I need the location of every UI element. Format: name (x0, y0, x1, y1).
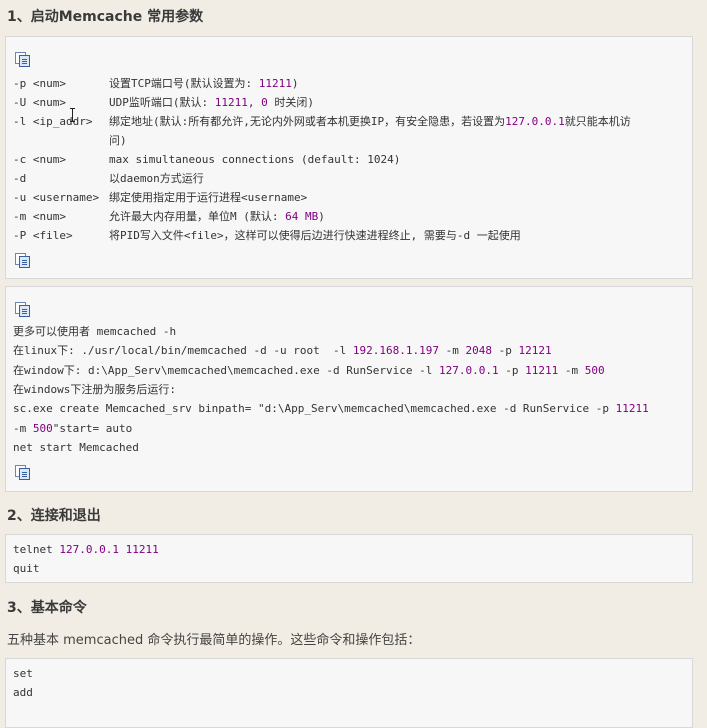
usage-text: 在windows下注册为服务后运行: (13, 382, 176, 396)
param-description: UDP监听端口(默认: (109, 96, 215, 109)
param-row: -P <file> 将PID写入文件<file>，这样可以使得后边进行快速进程终止… (13, 229, 521, 243)
usage-text: 在window下: d:\App_Serv\memcached\memcache… (13, 363, 439, 377)
param-flag: -P <file> (13, 229, 73, 242)
usage-number: 11211 (615, 402, 649, 416)
param-flag: -p <num> (13, 77, 66, 90)
param-row: -l <ip_addr> 绑定地址(默认:所有都允许,无论内外网或者本机更换IP，… (13, 115, 631, 129)
copy-icon[interactable] (15, 253, 30, 268)
param-description: 绑定地址(默认:所有都允许,无论内外网或者本机更换IP，有安全隐患，若设置为 (109, 115, 506, 128)
copy-icon[interactable] (15, 52, 30, 67)
usage-line: 在linux下: ./usr/local/bin/memcached -d -u… (13, 344, 552, 358)
param-row: -u <username> 绑定使用指定用于运行进程<username> (13, 191, 307, 205)
usage-line: 在window下: d:\App_Serv\memcached\memcache… (13, 364, 605, 378)
param-row: -c <num> max simultaneous connections (de… (13, 153, 400, 167)
param-number: 64 MB (285, 210, 319, 223)
param-description: 绑定使用指定用于运行进程<username> (109, 191, 308, 204)
connect-text: telnet (13, 543, 60, 556)
usage-number: 127.0.0.1 (438, 363, 499, 377)
usage-line: sc.exe create Memcached_srv binpath= "d:… (13, 402, 649, 416)
usage-text: -m (13, 421, 33, 435)
copy-icon[interactable] (15, 465, 30, 480)
usage-number: 500 (32, 421, 53, 435)
usage-line: net start Memcached (13, 441, 139, 455)
param-description: ) (291, 77, 299, 90)
param-description: max simultaneous connections (default: 1… (109, 153, 401, 166)
param-description: ) (318, 210, 325, 223)
param-description: 允许最大内存用量，单位M (默认: (109, 210, 286, 223)
param-row: -U <num> UDP监听端口(默认: 11211, 0 时关闭) (13, 96, 314, 110)
usage-line: -m 500"start= auto (13, 422, 132, 436)
connect-code-box: telnet 127.0.0.1 11211 quit (5, 534, 693, 583)
param-description: 设置TCP端口号(默认设置为: (109, 77, 259, 90)
param-description: 就只能本机访 (564, 115, 631, 128)
param-number: 11211 (258, 77, 292, 90)
usage-text: -p (498, 363, 526, 377)
usage-number: 500 (584, 363, 605, 377)
param-flag: -m <num> (13, 210, 66, 223)
usage-text: 更多可以使用者 memcached -h (13, 325, 177, 338)
usage-line: 在windows下注册为服务后运行: (13, 383, 176, 397)
param-description: 时关闭) (267, 96, 314, 109)
usage-text: -m (558, 363, 585, 377)
copy-icon[interactable] (15, 302, 30, 317)
param-flag: -u <username> (13, 191, 100, 204)
usage-number: 12121 (518, 344, 552, 358)
param-flag: -d (13, 172, 27, 185)
param-description: 以daemon方式运行 (109, 172, 204, 185)
usage-text: -m (438, 344, 466, 358)
connect-line: telnet 127.0.0.1 11211 (13, 543, 159, 557)
connect-line: quit (13, 562, 40, 576)
usage-code-box: 更多可以使用者 memcached -h 在linux下: ./usr/local… (5, 286, 693, 492)
param-row: -m <num> 允许最大内存用量，单位M (默认: 64 MB) (13, 210, 325, 224)
connect-text: quit (13, 562, 40, 575)
command-line: add (13, 686, 33, 699)
param-description: 将PID写入文件<file>，这样可以使得后边进行快速进程终止, 需要与-d 一… (109, 229, 521, 242)
usage-text: net start Memcached (13, 440, 139, 454)
usage-number: 2048 (465, 344, 492, 358)
usage-text: -p (491, 344, 519, 358)
usage-line: 更多可以使用者 memcached -h (13, 325, 176, 339)
param-row: 问) (13, 134, 127, 148)
usage-text: "start= auto (52, 421, 133, 435)
usage-text: sc.exe create Memcached_srv binpath= "d:… (13, 402, 616, 416)
param-flag: -U <num> (13, 96, 66, 109)
param-row: -p <num> 设置TCP端口号(默认设置为: 11211) (13, 77, 299, 91)
commands-code-box: set add (5, 658, 693, 728)
section-2-title: 2、连接和退出 (7, 508, 101, 524)
param-row: -d 以daemon方式运行 (13, 172, 204, 186)
usage-text: 在linux下: ./usr/local/bin/memcached -d -u… (13, 344, 353, 358)
param-flag: -c <num> (13, 153, 66, 166)
section-3-title: 3、基本命令 (7, 600, 87, 616)
usage-number: 11211 (525, 363, 559, 377)
command-line: set (13, 667, 33, 680)
usage-number: 192.168.1.197 (352, 344, 439, 358)
param-number: 11211, 0 (214, 96, 268, 109)
section-3-intro: 五种基本 memcached 命令执行最简单的操作。这些命令和操作包括： (7, 633, 421, 648)
section-1-title: 1、启动Memcache 常用参数 (7, 9, 204, 25)
connect-number: 127.0.0.1 11211 (59, 543, 159, 556)
param-flag: -l <ip_addr> (13, 115, 93, 128)
param-description: 问) (109, 134, 127, 147)
params-code-box: -p <num> 设置TCP端口号(默认设置为: 11211) -U <num> UD… (5, 36, 693, 279)
param-number: 127.0.0.1 (505, 115, 565, 128)
text-cursor-icon (70, 108, 75, 122)
